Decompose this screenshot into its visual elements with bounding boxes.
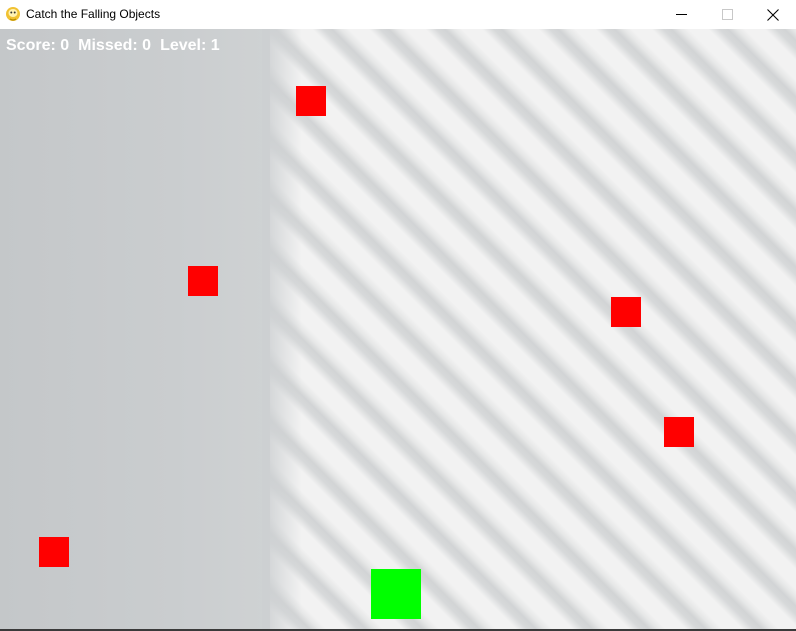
- player-catcher[interactable]: [371, 569, 421, 619]
- level-text: Level: 1: [160, 37, 220, 54]
- minimize-icon: [675, 14, 687, 15]
- window-title: Catch the Falling Objects: [26, 7, 161, 21]
- python-snake-icon: [6, 7, 20, 21]
- hud: Score: 0 Missed: 0 Level: 1: [6, 37, 220, 55]
- missed-text: Missed: 0: [78, 37, 152, 54]
- falling-object: [39, 537, 69, 567]
- close-icon: [767, 8, 779, 21]
- game-canvas[interactable]: [0, 29, 796, 629]
- falling-object: [664, 417, 694, 447]
- falling-object: [296, 86, 326, 116]
- game-window: Catch the Falling Objects Score: 0 Misse…: [0, 0, 796, 631]
- minimize-button[interactable]: [658, 0, 704, 29]
- title-bar[interactable]: Catch the Falling Objects: [0, 0, 796, 29]
- background-shadow-stripes: [270, 29, 796, 629]
- falling-object: [188, 266, 218, 296]
- score-text: Score: 0: [6, 37, 70, 54]
- close-button[interactable]: [750, 0, 796, 29]
- falling-object: [611, 297, 641, 327]
- maximize-button[interactable]: [704, 0, 750, 29]
- background-blend: [262, 29, 302, 629]
- maximize-icon: [721, 9, 733, 20]
